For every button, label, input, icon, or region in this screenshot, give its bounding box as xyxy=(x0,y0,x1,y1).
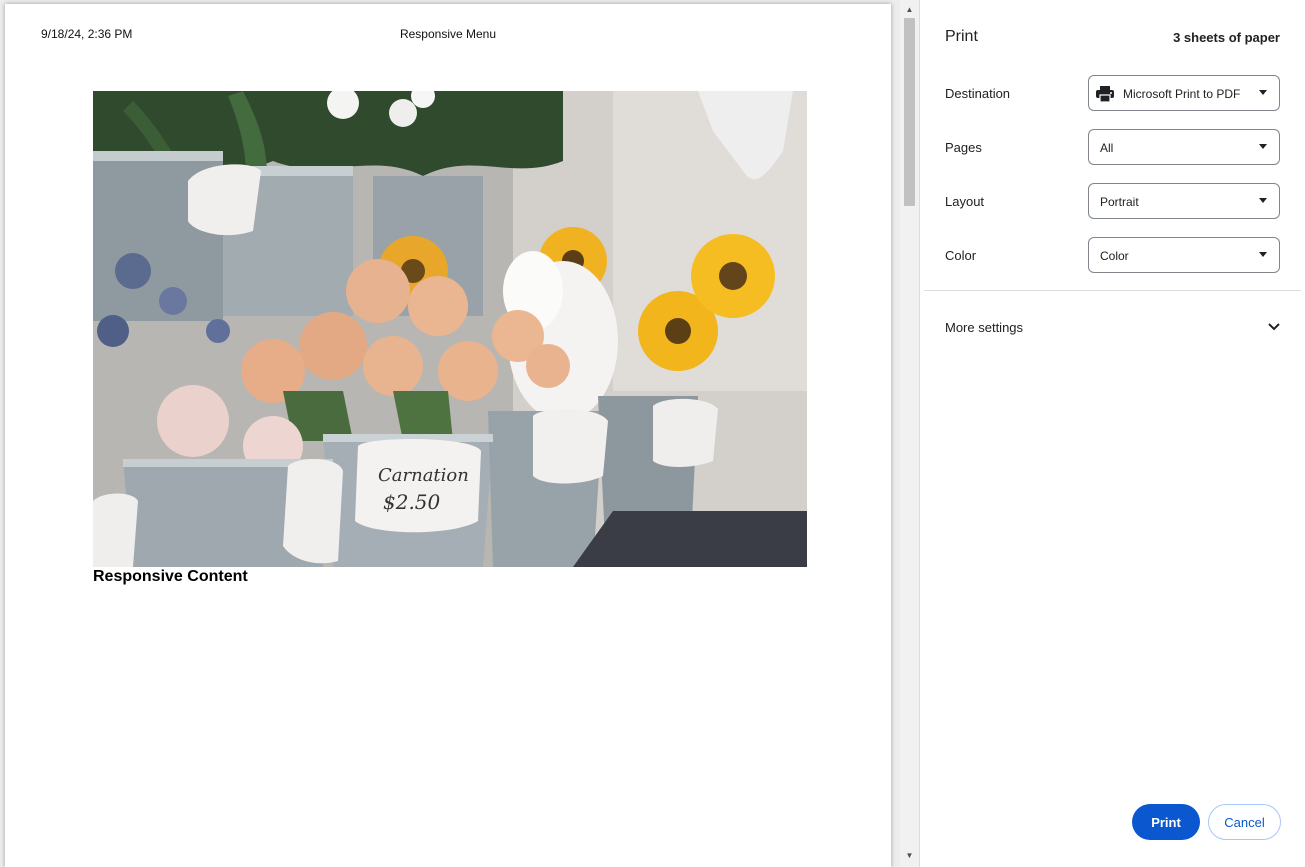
cancel-button[interactable]: Cancel xyxy=(1208,804,1281,840)
price-tag-line1: Carnation xyxy=(378,465,469,486)
color-value: Color xyxy=(1100,249,1129,263)
destination-value: Microsoft Print to PDF xyxy=(1123,87,1241,101)
color-select[interactable]: Color xyxy=(1088,237,1280,273)
chevron-down-icon xyxy=(1259,198,1267,203)
price-tag-line2: $2.50 xyxy=(383,490,441,514)
color-label: Color xyxy=(945,248,977,263)
layout-label: Layout xyxy=(945,194,985,209)
sheets-count: 3 sheets of paper xyxy=(1173,30,1280,45)
chevron-down-icon xyxy=(1268,323,1280,331)
layout-value: Portrait xyxy=(1100,195,1139,209)
chevron-down-icon xyxy=(1259,144,1267,149)
print-preview-area: 9/18/24, 2:36 PM Responsive Menu Carnati… xyxy=(0,0,919,867)
divider xyxy=(924,290,1301,291)
content-heading: Responsive Content xyxy=(93,568,248,585)
destination-label: Destination xyxy=(945,86,1011,101)
print-button[interactable]: Print xyxy=(1132,804,1200,840)
chevron-down-icon xyxy=(1259,90,1267,95)
more-settings-toggle[interactable]: More settings xyxy=(945,316,1280,338)
print-settings-panel: Print 3 sheets of paper Destination Micr… xyxy=(919,0,1305,867)
preview-page: 9/18/24, 2:36 PM Responsive Menu Carnati… xyxy=(5,4,891,867)
pages-value: All xyxy=(1100,141,1114,155)
pages-label: Pages xyxy=(945,140,982,155)
destination-select[interactable]: Microsoft Print to PDF xyxy=(1088,75,1280,111)
layout-select[interactable]: Portrait xyxy=(1088,183,1280,219)
scroll-up-arrow-icon[interactable]: ▲ xyxy=(900,1,919,17)
preview-scrollbar[interactable]: ▲ ▼ xyxy=(900,0,919,867)
more-settings-label: More settings xyxy=(945,319,1024,335)
page-header-title: Responsive Menu xyxy=(399,27,497,41)
chevron-down-icon xyxy=(1259,252,1267,257)
printer-icon xyxy=(1096,85,1114,102)
scroll-down-arrow-icon[interactable]: ▼ xyxy=(900,847,919,863)
panel-title: Print xyxy=(945,28,978,45)
print-dialog: 9/18/24, 2:36 PM Responsive Menu Carnati… xyxy=(0,0,1305,867)
scrollbar-thumb[interactable] xyxy=(904,18,915,206)
flower-buckets-photo: Carnation $2.50 xyxy=(93,91,807,567)
pages-select[interactable]: All xyxy=(1088,129,1280,165)
